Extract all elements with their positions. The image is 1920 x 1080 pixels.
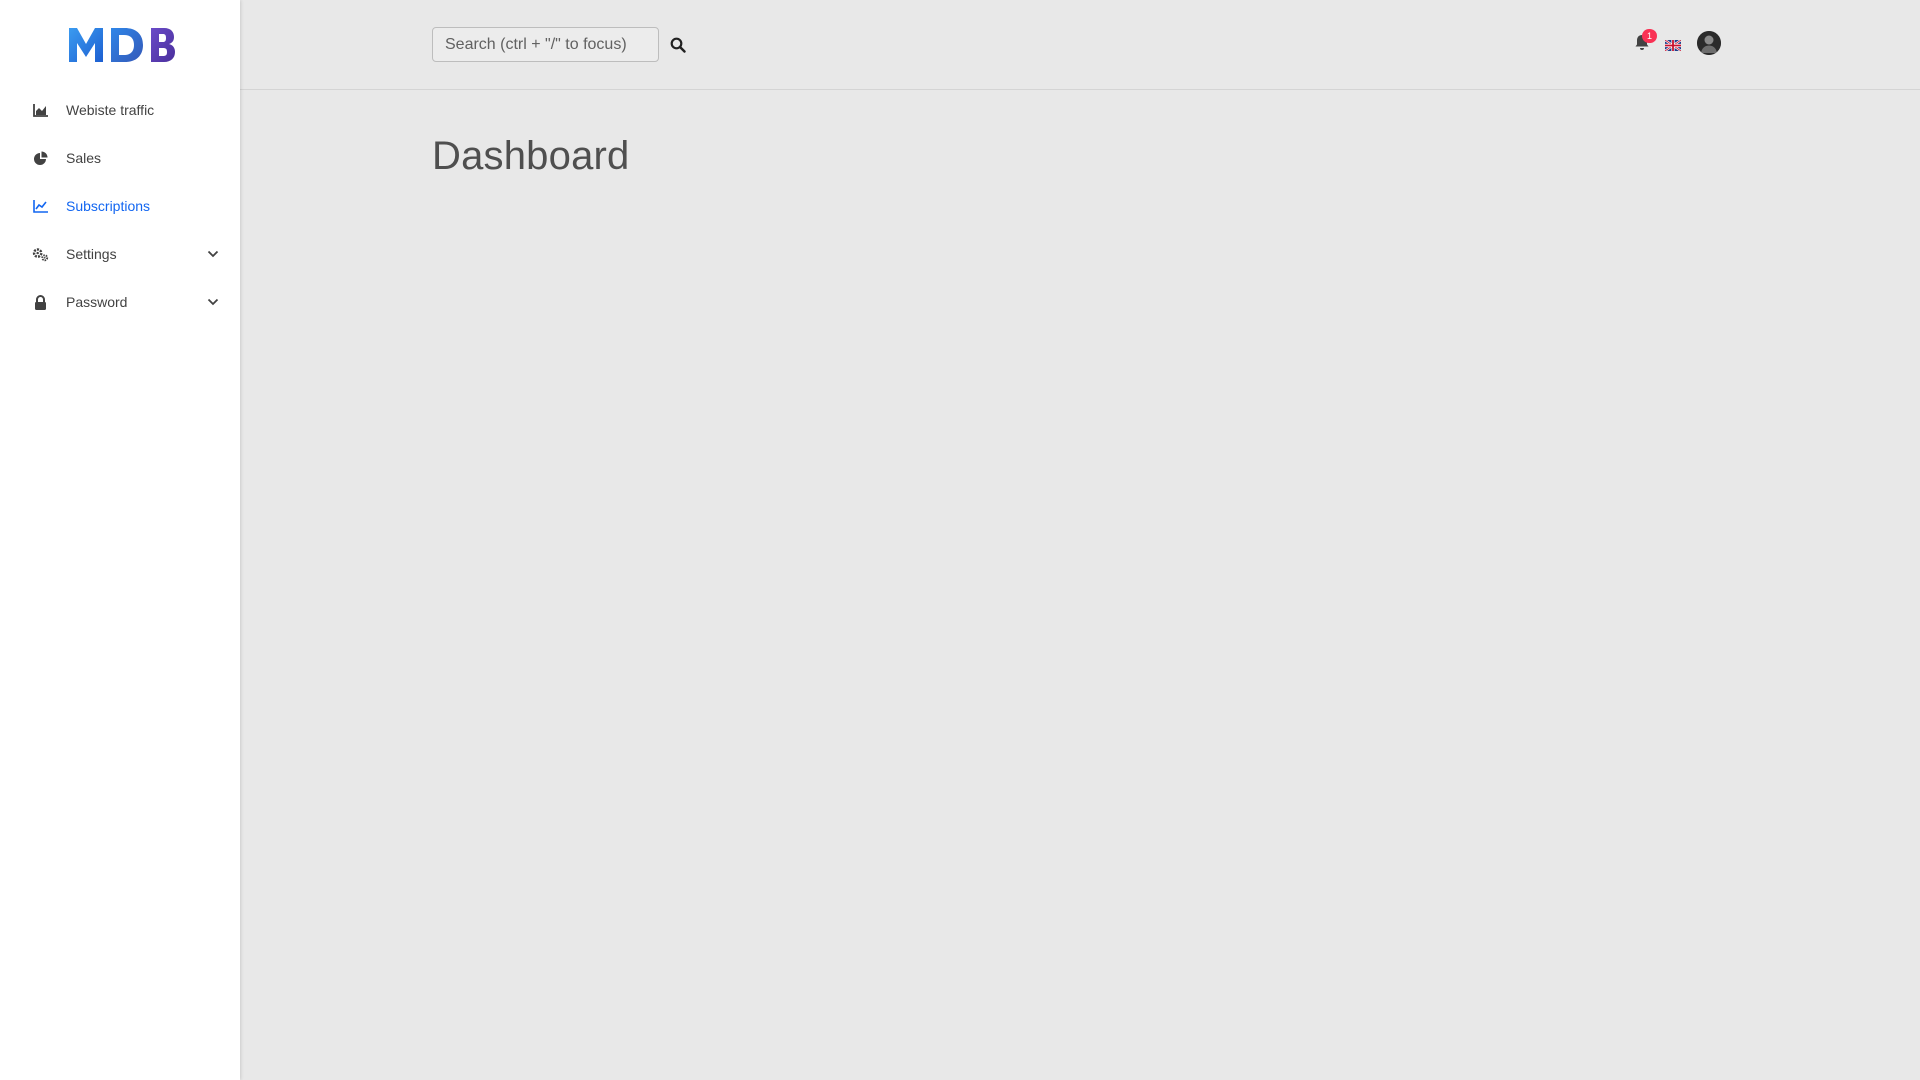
avatar-image: [1697, 31, 1721, 55]
sidebar-item-label: Password: [66, 294, 128, 310]
main-content: Dashboard: [432, 134, 629, 179]
en-gb-flag-icon: [1664, 39, 1682, 52]
sidebar-item-subscriptions[interactable]: Subscriptions: [0, 182, 240, 230]
user-avatar[interactable]: [1697, 31, 1721, 55]
search-button[interactable]: [666, 33, 690, 57]
line-chart-icon: [32, 198, 49, 215]
sidebar: Webiste traffic Sales Subscriptions Sett…: [0, 0, 240, 1080]
language-dropdown[interactable]: [1664, 38, 1682, 52]
sidebar-item-settings[interactable]: Settings: [0, 230, 240, 278]
search-input[interactable]: [432, 27, 659, 62]
sidebar-nav: Webiste traffic Sales Subscriptions Sett…: [0, 86, 240, 326]
area-chart-icon: [32, 102, 49, 119]
sidebar-item-website-traffic[interactable]: Webiste traffic: [0, 86, 240, 134]
top-navbar: 1: [240, 0, 1920, 90]
notification-badge: 1: [1642, 29, 1657, 43]
lock-icon: [32, 294, 49, 311]
sidebar-item-label: Settings: [66, 246, 117, 262]
sidebar-item-password[interactable]: Password: [0, 278, 240, 326]
cogs-icon: [32, 246, 49, 263]
search-icon: [670, 37, 686, 53]
pie-chart-icon: [32, 150, 49, 167]
sidebar-item-label: Subscriptions: [66, 198, 151, 214]
sidebar-item-label: Webiste traffic: [66, 102, 155, 118]
brand-logo[interactable]: [67, 24, 175, 64]
page-title: Dashboard: [432, 134, 630, 178]
mdb-logo-icon: [69, 28, 175, 62]
sidebar-item-sales[interactable]: Sales: [0, 134, 240, 182]
sidebar-item-label: Sales: [66, 150, 102, 166]
chevron-down-icon[interactable]: [206, 247, 220, 261]
chevron-down-icon[interactable]: [206, 295, 220, 309]
